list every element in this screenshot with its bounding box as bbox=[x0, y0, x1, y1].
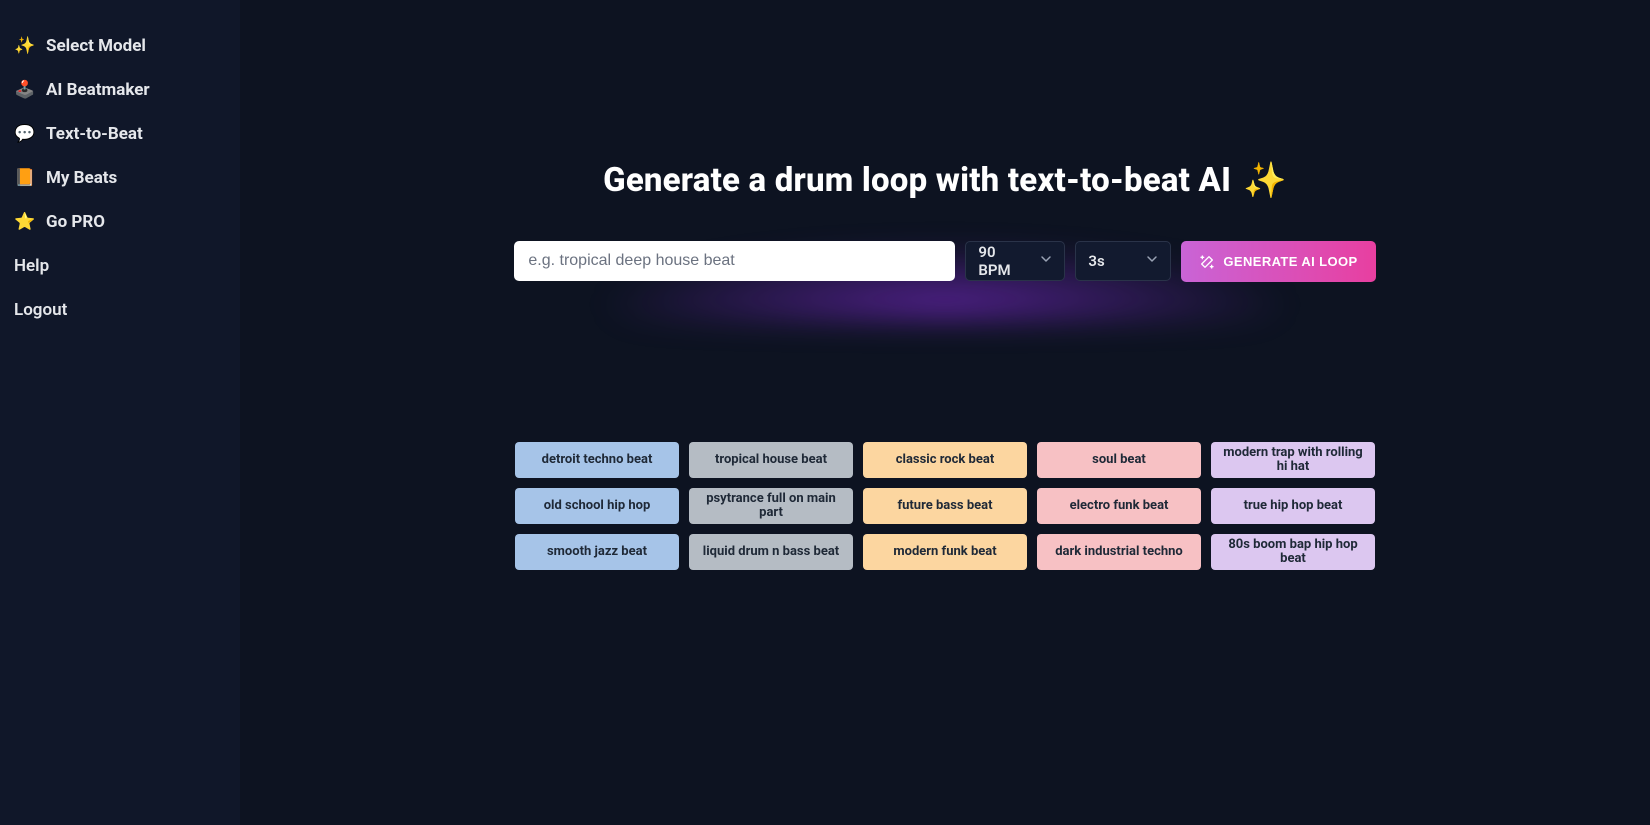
suggestion-chip[interactable]: psytrance full on main part bbox=[689, 488, 853, 524]
chevron-down-icon bbox=[1038, 251, 1054, 271]
suggestion-label: dark industrial techno bbox=[1055, 545, 1183, 559]
page-title-text: Generate a drum loop with text-to-beat A… bbox=[603, 161, 1231, 200]
nav-go-pro[interactable]: ⭐ Go PRO bbox=[12, 202, 228, 242]
star-icon: ⭐ bbox=[14, 212, 36, 232]
generate-label: GENERATE AI LOOP bbox=[1223, 254, 1357, 269]
nav-label: Logout bbox=[14, 300, 67, 320]
duration-value: 3s bbox=[1088, 252, 1104, 270]
nav-label: My Beats bbox=[46, 168, 117, 188]
suggestion-label: smooth jazz beat bbox=[547, 545, 647, 559]
joystick-icon: 🕹️ bbox=[14, 80, 36, 100]
suggestion-label: future bass beat bbox=[897, 499, 992, 513]
suggestion-chip[interactable]: soul beat bbox=[1037, 442, 1201, 478]
suggestion-chip[interactable]: classic rock beat bbox=[863, 442, 1027, 478]
nav-logout[interactable]: Logout bbox=[12, 290, 228, 330]
suggestion-label: liquid drum n bass beat bbox=[703, 545, 839, 559]
nav-my-beats[interactable]: 📙 My Beats bbox=[12, 158, 228, 198]
prompt-input[interactable] bbox=[514, 241, 955, 281]
suggestion-label: classic rock beat bbox=[896, 453, 995, 467]
page-title: Generate a drum loop with text-to-beat A… bbox=[603, 160, 1287, 201]
sidebar: ✨ Select Model 🕹️ AI Beatmaker 💬 Text-to… bbox=[0, 0, 240, 825]
nav-help[interactable]: Help bbox=[12, 246, 228, 286]
sparkles-icon: ✨ bbox=[14, 36, 36, 56]
duration-select[interactable]: 3s bbox=[1075, 241, 1171, 281]
suggestion-chip[interactable]: true hip hop beat bbox=[1211, 488, 1375, 524]
nav-text-to-beat[interactable]: 💬 Text-to-Beat bbox=[12, 114, 228, 154]
bpm-select[interactable]: 90 BPM bbox=[965, 241, 1065, 281]
suggestion-chip[interactable]: electro funk beat bbox=[1037, 488, 1201, 524]
nav-ai-beatmaker[interactable]: 🕹️ AI Beatmaker bbox=[12, 70, 228, 110]
suggestion-chip[interactable]: smooth jazz beat bbox=[515, 534, 679, 570]
nav-select-model[interactable]: ✨ Select Model bbox=[12, 26, 228, 66]
nav-label: Help bbox=[14, 256, 49, 276]
suggestion-chip[interactable]: detroit techno beat bbox=[515, 442, 679, 478]
suggestion-label: 80s boom bap hip hop beat bbox=[1221, 538, 1365, 567]
suggestion-label: modern trap with rolling hi hat bbox=[1221, 446, 1365, 475]
suggestion-grid: detroit techno beat tropical house beat cl… bbox=[515, 442, 1375, 570]
nav-label: Go PRO bbox=[46, 212, 105, 232]
suggestion-chip[interactable]: old school hip hop bbox=[515, 488, 679, 524]
suggestion-chip[interactable]: dark industrial techno bbox=[1037, 534, 1201, 570]
sparkles-icon: ✨ bbox=[1243, 160, 1287, 201]
bpm-value: 90 BPM bbox=[978, 243, 1030, 279]
nav-label: Text-to-Beat bbox=[46, 124, 143, 144]
suggestion-label: tropical house beat bbox=[715, 453, 827, 467]
book-icon: 📙 bbox=[14, 168, 36, 188]
suggestion-chip[interactable]: future bass beat bbox=[863, 488, 1027, 524]
suggestion-label: soul beat bbox=[1092, 453, 1146, 467]
suggestion-label: modern funk beat bbox=[893, 545, 996, 559]
suggestion-label: psytrance full on main part bbox=[699, 492, 843, 521]
suggestion-label: true hip hop beat bbox=[1244, 499, 1343, 513]
suggestion-chip[interactable]: 80s boom bap hip hop beat bbox=[1211, 534, 1375, 570]
speech-icon: 💬 bbox=[14, 124, 36, 144]
magic-wand-icon bbox=[1199, 254, 1215, 270]
suggestion-label: detroit techno beat bbox=[542, 453, 653, 467]
suggestion-chip[interactable]: liquid drum n bass beat bbox=[689, 534, 853, 570]
generate-button[interactable]: GENERATE AI LOOP bbox=[1181, 241, 1375, 282]
suggestion-label: electro funk beat bbox=[1070, 499, 1169, 513]
nav-label: Select Model bbox=[46, 36, 146, 56]
suggestion-chip[interactable]: modern funk beat bbox=[863, 534, 1027, 570]
chevron-down-icon bbox=[1144, 251, 1160, 271]
suggestion-label: old school hip hop bbox=[544, 499, 651, 513]
nav-label: AI Beatmaker bbox=[46, 80, 150, 100]
suggestion-chip[interactable]: modern trap with rolling hi hat bbox=[1211, 442, 1375, 478]
suggestion-chip[interactable]: tropical house beat bbox=[689, 442, 853, 478]
prompt-row: 90 BPM 3s GENERATE AI LOOP bbox=[514, 241, 1375, 282]
main-content: Generate a drum loop with text-to-beat A… bbox=[240, 0, 1650, 825]
